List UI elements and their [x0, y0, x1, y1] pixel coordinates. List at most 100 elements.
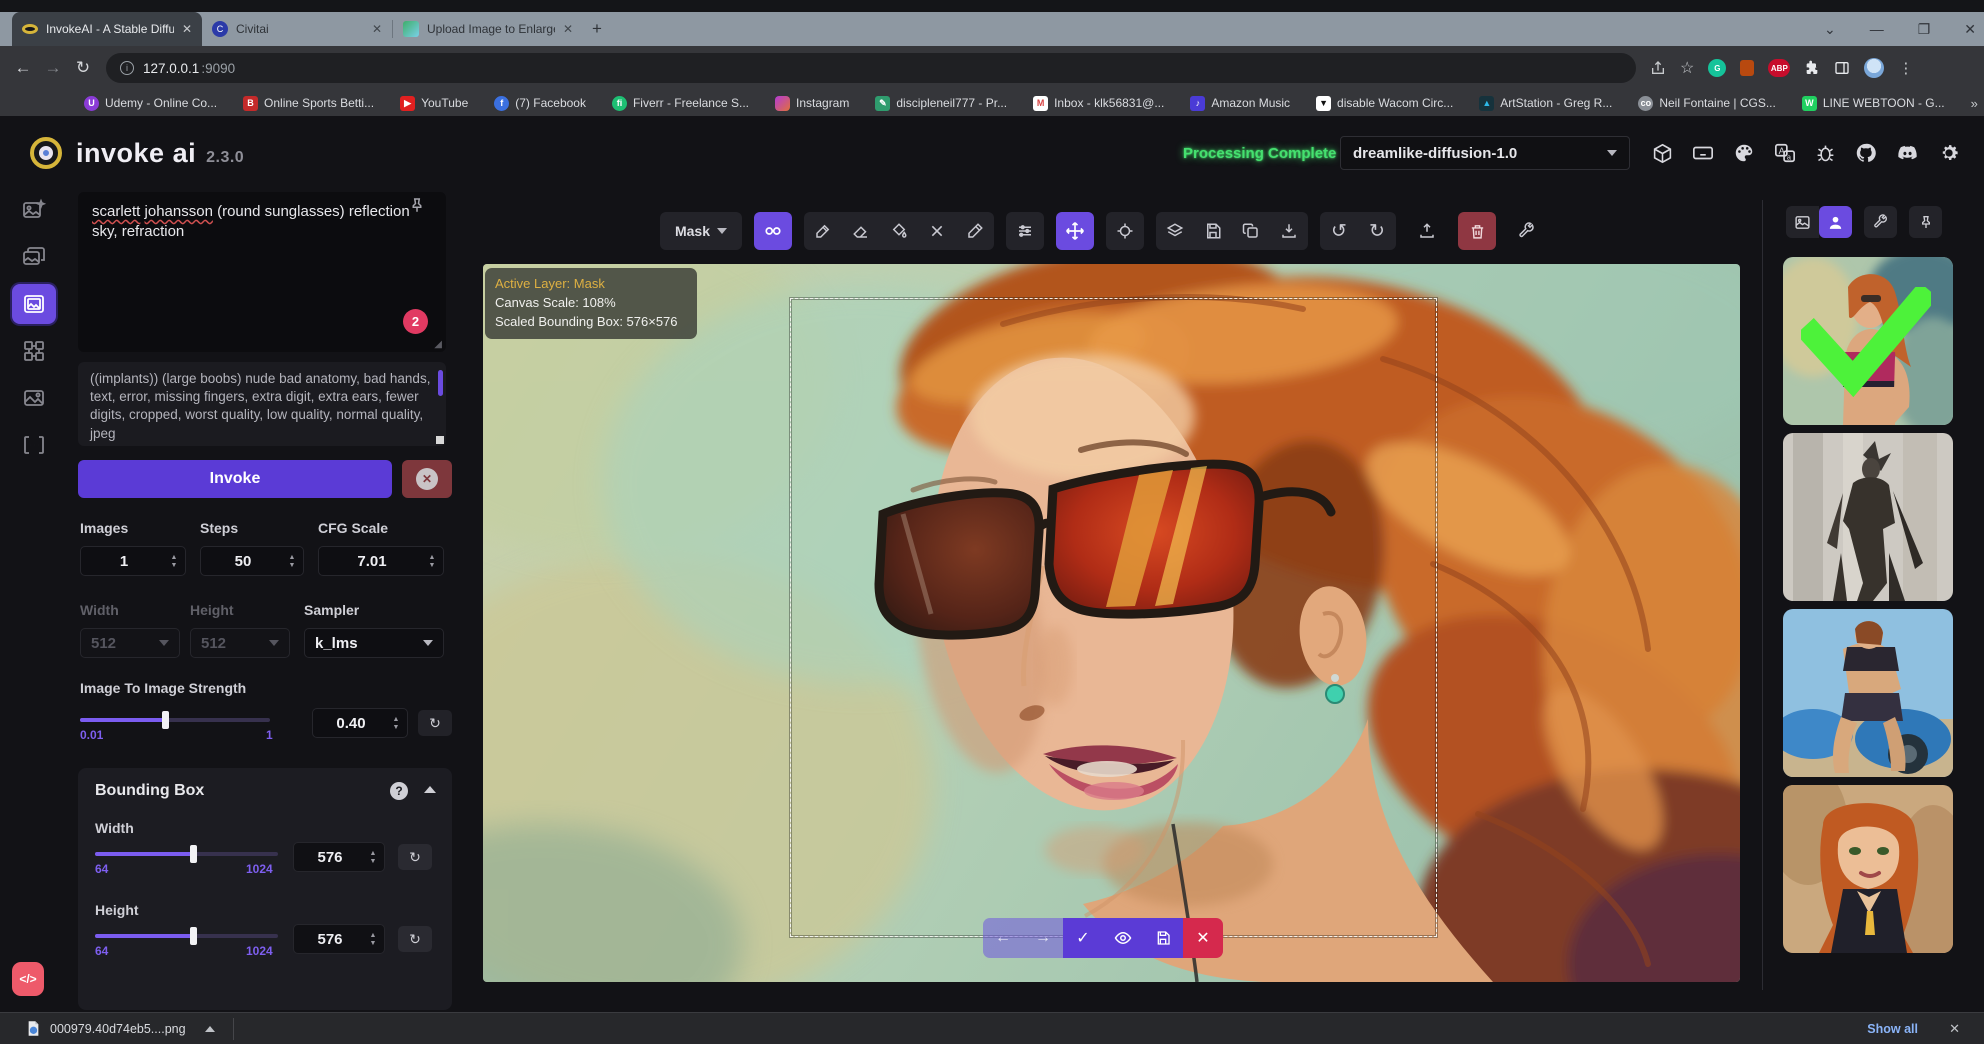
stepper-up-icon[interactable]: ▲ [171, 554, 178, 561]
stepper-up-icon[interactable]: ▲ [429, 554, 436, 561]
bb-height-reset-button[interactable]: ↻ [398, 926, 432, 952]
bb-height-slider-thumb[interactable] [190, 927, 197, 945]
extension-grammarly-icon[interactable]: G [1708, 59, 1726, 77]
invoke-button[interactable]: Invoke [78, 460, 392, 498]
strength-input[interactable]: 0.40 ▲▼ [312, 708, 408, 738]
bb-width-input[interactable]: 576 ▲▼ [293, 842, 385, 872]
url-bar[interactable]: i 127.0.0.1 :9090 [106, 53, 1636, 83]
bookmark-star-icon[interactable]: ☆ [1680, 58, 1694, 78]
bookmark-udemy[interactable]: UUdemy - Online Co... [84, 96, 217, 111]
prompt-resize-handle[interactable]: ◢ [434, 339, 442, 350]
stepper-down-icon[interactable]: ▼ [370, 858, 377, 865]
tab-close-icon[interactable]: ✕ [372, 22, 382, 36]
settings-gear-icon[interactable] [1938, 142, 1960, 164]
negative-prompt-input[interactable]: ((implants)) (large boobs) nude bad anat… [78, 362, 446, 446]
bb-height-input[interactable]: 576 ▲▼ [293, 924, 385, 954]
bookmark-artstation[interactable]: ▲ArtStation - Greg R... [1479, 96, 1612, 111]
gallery-person-toggle[interactable] [1819, 206, 1852, 238]
bounding-box-region[interactable] [790, 298, 1437, 937]
language-translate-icon[interactable]: Aa [1774, 142, 1796, 164]
bookmark-instagram[interactable]: Instagram [775, 96, 849, 111]
gallery-images-toggle[interactable] [1786, 206, 1819, 238]
staging-show-hide-button[interactable] [1103, 918, 1143, 958]
tab-image-to-image[interactable] [12, 237, 56, 277]
download-item[interactable]: 000979.40d74eb5....png [26, 1020, 215, 1037]
color-picker-button[interactable] [956, 212, 994, 250]
mask-options-button[interactable] [754, 212, 792, 250]
stepper-up-icon[interactable]: ▲ [370, 850, 377, 857]
unified-canvas[interactable]: Active Layer: Mask Canvas Scale: 108% Sc… [483, 264, 1740, 982]
stepper-up-icon[interactable]: ▲ [289, 554, 296, 561]
show-all-downloads-link[interactable]: Show all [1867, 1022, 1918, 1036]
redo-button[interactable]: ↻ [1358, 212, 1396, 250]
brush-tool-button[interactable] [804, 212, 842, 250]
bookmark-wacom[interactable]: ▼disable Wacom Circ... [1316, 96, 1453, 111]
bb-height-slider[interactable] [95, 934, 278, 938]
stepper-down-icon[interactable]: ▼ [370, 940, 377, 947]
height-select[interactable]: 512 [190, 628, 290, 658]
bookmark-facebook[interactable]: f(7) Facebook [494, 96, 586, 111]
images-input[interactable]: 1 ▲▼ [80, 546, 186, 576]
share-icon[interactable] [1650, 60, 1666, 76]
new-tab-button[interactable]: + [583, 12, 611, 46]
bookmark-webtoon[interactable]: WLINE WEBTOON - G... [1802, 96, 1945, 111]
staging-accept-button[interactable]: ✓ [1063, 918, 1103, 958]
copy-to-clipboard-button[interactable] [1232, 212, 1270, 250]
bookmark-youtube[interactable]: ▶YouTube [400, 96, 468, 111]
stepper-down-icon[interactable]: ▼ [393, 724, 400, 731]
report-bug-icon[interactable] [1815, 143, 1836, 164]
help-icon[interactable]: ? [390, 782, 408, 800]
tab-civitai[interactable]: C Civitai ✕ [202, 12, 392, 46]
stepper-down-icon[interactable]: ▼ [171, 562, 178, 569]
bookmark-amazon-music[interactable]: ♪Amazon Music [1190, 96, 1290, 111]
github-icon[interactable] [1855, 142, 1877, 164]
cancel-button[interactable]: ✕ [402, 460, 452, 498]
staging-discard-button[interactable]: ✕ [1183, 918, 1223, 958]
side-panel-icon[interactable] [1834, 60, 1850, 76]
gallery-settings-button[interactable] [1864, 206, 1897, 238]
gallery-pin-button[interactable] [1909, 206, 1942, 238]
merge-layers-button[interactable] [1156, 212, 1194, 250]
clear-mask-button[interactable] [918, 212, 956, 250]
bb-width-slider[interactable] [95, 852, 278, 856]
tab-invokeai[interactable]: InvokeAI - A Stable Diffusion Too ✕ [12, 12, 202, 46]
tab-search-chevron-icon[interactable]: ⌄ [1824, 21, 1836, 38]
staging-previous-button[interactable]: ← [983, 918, 1023, 958]
site-info-icon[interactable]: i [120, 61, 134, 75]
tab-close-icon[interactable]: ✕ [563, 22, 573, 36]
stepper-down-icon[interactable]: ▼ [289, 562, 296, 569]
bb-width-slider-thumb[interactable] [190, 845, 197, 863]
pin-options-icon[interactable] [408, 196, 426, 214]
move-tool-button[interactable] [1056, 212, 1094, 250]
extension-orange-icon[interactable] [1740, 60, 1754, 76]
steps-input[interactable]: 50 ▲▼ [200, 546, 304, 576]
tab-unified-canvas[interactable] [12, 284, 56, 324]
strength-slider[interactable] [80, 718, 270, 722]
window-close-button[interactable]: ✕ [1964, 21, 1976, 38]
save-to-gallery-button[interactable] [1194, 212, 1232, 250]
bookmark-neil-fontaine[interactable]: coNeil Fontaine | CGS... [1638, 96, 1776, 111]
negative-prompt-scrollbar[interactable] [438, 370, 443, 396]
strength-reset-button[interactable]: ↻ [418, 710, 452, 736]
model-manager-cube-icon[interactable] [1652, 143, 1673, 164]
strength-slider-thumb[interactable] [162, 711, 169, 729]
prompt-input[interactable]: scarlett johansson (round sunglasses) re… [78, 192, 446, 352]
bookmark-discipleneil[interactable]: ✎discipleneil777 - Pr... [875, 96, 1007, 111]
extensions-puzzle-icon[interactable] [1804, 60, 1820, 76]
canvas-settings-button[interactable] [1508, 212, 1546, 250]
clear-canvas-button[interactable] [1458, 212, 1496, 250]
extension-abp-icon[interactable]: ABP [1768, 59, 1790, 77]
window-restore-button[interactable]: ❐ [1918, 21, 1931, 38]
tab-nodes[interactable] [12, 331, 56, 371]
staging-next-button[interactable]: → [1023, 918, 1063, 958]
download-image-button[interactable] [1270, 212, 1308, 250]
profile-avatar[interactable] [1864, 58, 1884, 78]
forward-button[interactable]: → [38, 58, 68, 78]
hotkeys-keyboard-icon[interactable] [1692, 142, 1714, 164]
bb-width-reset-button[interactable]: ↻ [398, 844, 432, 870]
fill-bounding-box-button[interactable] [880, 212, 918, 250]
tool-options-button[interactable] [1006, 212, 1044, 250]
gallery-thumbnail-2[interactable] [1783, 433, 1953, 601]
reset-view-button[interactable] [1106, 212, 1144, 250]
theme-palette-icon[interactable] [1733, 142, 1755, 164]
